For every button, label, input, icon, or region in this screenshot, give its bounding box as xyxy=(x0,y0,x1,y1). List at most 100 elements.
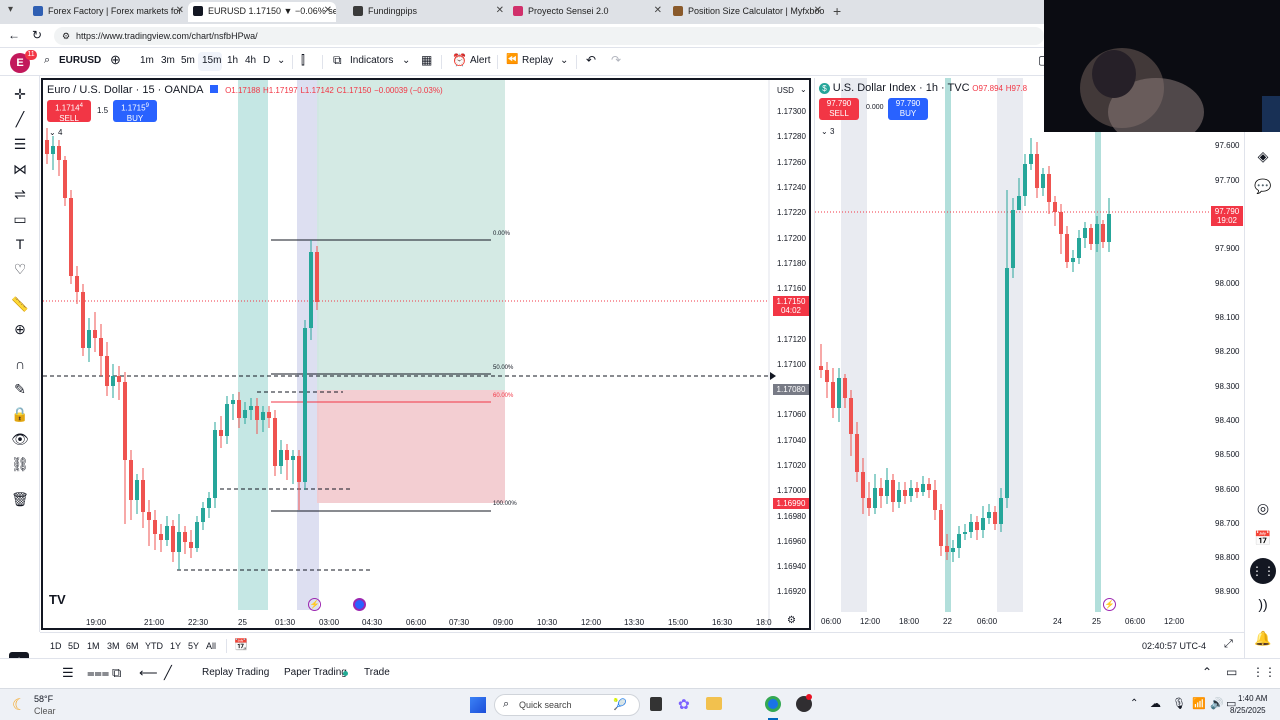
redo-icon[interactable]: ↷ xyxy=(611,53,621,67)
fib-retracement-icon[interactable]: ☰ xyxy=(10,134,30,154)
ruler-icon[interactable]: 📏 xyxy=(10,294,30,314)
expand-panel-icon[interactable]: ⌃ xyxy=(1202,665,1212,679)
file-explorer-icon[interactable] xyxy=(706,697,722,710)
flag-icon[interactable] xyxy=(210,85,219,93)
interval-3m[interactable]: 3m xyxy=(161,55,175,66)
dxy-chart-pane[interactable]: $ U.S. Dollar Index · 1h · TVC O97.894 H… xyxy=(814,78,1244,630)
layouts-icon[interactable]: ▦ xyxy=(421,53,432,67)
hide-drawings-eye-icon[interactable]: 👁 xyxy=(10,429,30,449)
range-3m[interactable]: 3M xyxy=(107,641,120,651)
geometric-shapes-icon[interactable]: ▭ xyxy=(10,209,30,229)
prediction-icon[interactable]: ⇌ xyxy=(10,184,30,204)
browser-tab-fundingpips[interactable]: Fundingpips ✕ xyxy=(348,2,508,22)
clock-date[interactable]: 8/25/2025 xyxy=(1230,706,1266,715)
trend-line-icon[interactable]: ╱ xyxy=(10,109,30,129)
browser-tab-sensei[interactable]: Proyecto Sensei 2.0 ✕ xyxy=(508,2,666,22)
event-flash-icon[interactable]: ⚡ xyxy=(308,598,321,611)
interval-5m[interactable]: 5m xyxy=(181,55,195,66)
horizontal-line-icon[interactable]: ⟵ xyxy=(139,665,158,681)
drawing-mode-icon[interactable]: ✎ xyxy=(10,379,30,399)
magnet-icon[interactable]: ∩ xyxy=(10,354,30,374)
browser-tab-eurusd[interactable]: EURUSD 1.17150 ▼ −0.06% se ✕ xyxy=(188,2,336,22)
back-arrow-icon[interactable]: ← xyxy=(8,28,20,42)
favorites-heart-icon[interactable]: ♡ xyxy=(10,259,30,279)
replay-icon[interactable]: ⏪ xyxy=(506,54,518,65)
pine-editor-icon[interactable]: ⩶ xyxy=(87,665,109,681)
link-icon[interactable]: ⛓ xyxy=(10,454,30,474)
task-view-icon[interactable] xyxy=(650,697,662,711)
range-6m[interactable]: 6M xyxy=(126,641,139,651)
calendar-icon[interactable]: 📅 xyxy=(1253,528,1273,548)
symbol-search-button[interactable]: EURUSD xyxy=(59,55,101,66)
interval-1m[interactable]: 1m xyxy=(140,55,154,66)
alert-icon[interactable]: ⏰ xyxy=(452,53,467,67)
range-5y[interactable]: 5Y xyxy=(188,641,199,651)
fullscreen-icon[interactable]: ⤢ xyxy=(1224,638,1233,651)
wifi-icon[interactable]: 📶 xyxy=(1192,697,1206,710)
volume-icon[interactable]: 🔊 xyxy=(1210,697,1224,710)
go-to-date-icon[interactable]: 📆 xyxy=(234,638,248,651)
indicators-icon[interactable]: ⧉ xyxy=(333,53,342,68)
indicators-button[interactable]: Indicators xyxy=(350,55,393,66)
undo-icon[interactable]: ↶ xyxy=(586,53,596,67)
range-5d[interactable]: 5D xyxy=(68,641,80,651)
indicator-collapse-toggle[interactable]: ⌄ 3 xyxy=(821,127,834,136)
crosshair-icon[interactable]: ✛ xyxy=(10,84,30,104)
weather-moon-icon[interactable]: ☾ xyxy=(12,695,26,715)
start-windows-icon[interactable] xyxy=(470,697,486,713)
interval-1h[interactable]: 1h xyxy=(227,55,238,66)
site-info-icon[interactable]: ⚙ xyxy=(62,27,70,45)
lock-icon[interactable]: 🔒 xyxy=(10,404,30,424)
draw-line-icon[interactable]: ╱ xyxy=(164,665,172,681)
apps-icon[interactable]: ⋮⋮ xyxy=(1252,665,1276,679)
trash-icon[interactable]: 🗑 xyxy=(10,489,30,509)
trade-tab[interactable]: Trade xyxy=(364,667,390,678)
tray-overflow-icon[interactable]: ⌃ xyxy=(1130,698,1138,709)
url-field[interactable]: ⚙ https://www.tradingview.com/chart/nsfb… xyxy=(54,27,1044,45)
copilot-icon[interactable]: ✿ xyxy=(678,696,690,713)
sell-button[interactable]: 97.790 SELL xyxy=(819,98,859,120)
dxy-chart-canvas[interactable] xyxy=(815,78,1244,630)
range-all[interactable]: All xyxy=(206,641,216,651)
replay-trading-tab[interactable]: Replay Trading xyxy=(202,667,269,678)
apps-grid-icon[interactable]: ⋮⋮ xyxy=(1250,558,1276,584)
range-1y[interactable]: 1Y xyxy=(170,641,181,651)
event-dividend-icon[interactable] xyxy=(353,598,366,611)
strategy-tester-icon[interactable]: ⧉ xyxy=(112,665,121,681)
indicators-dropdown-icon[interactable]: ⌄ xyxy=(402,55,410,66)
indicator-collapse-toggle[interactable]: ⌄ 4 xyxy=(49,128,62,137)
buy-button[interactable]: 97.790 BUY xyxy=(888,98,928,120)
notifications-bell-icon[interactable]: 🔔 xyxy=(1253,628,1273,648)
chat-icon[interactable]: 💬 xyxy=(1253,176,1273,196)
chart-title[interactable]: U.S. Dollar Index · 1h · TVC xyxy=(833,82,970,94)
close-tab-icon[interactable]: ✕ xyxy=(324,2,332,20)
close-tab-icon[interactable]: ✕ xyxy=(496,2,504,20)
clock-time[interactable]: 1:40 AM xyxy=(1238,694,1267,703)
taskbar-search-box[interactable]: ⌕ Quick search 🎾 xyxy=(494,694,640,716)
buy-button[interactable]: 1.17159 BUY xyxy=(113,100,157,123)
chart-title[interactable]: Euro / U.S. Dollar · 15 · OANDA xyxy=(47,84,204,96)
axis-settings-icon[interactable]: ⚙ xyxy=(787,615,796,626)
interval-15m[interactable]: 15m xyxy=(202,55,221,66)
browser-tab-forexfactory[interactable]: Forex Factory | Forex markets for ✕ xyxy=(28,2,188,22)
event-flash-icon[interactable]: ⚡ xyxy=(1103,598,1116,611)
browser-tab-myfxbook[interactable]: Position Size Calculator | Myfxboo ✕ xyxy=(668,2,826,22)
interval-d[interactable]: D xyxy=(263,55,270,66)
pattern-icon[interactable]: ⋈ xyxy=(10,159,30,179)
onedrive-cloud-icon[interactable]: ☁ xyxy=(1150,697,1161,710)
close-tab-icon[interactable]: ✕ xyxy=(654,2,662,20)
replay-button[interactable]: Replay xyxy=(522,55,553,66)
eurusd-chart-canvas[interactable] xyxy=(43,80,809,628)
layers-icon[interactable]: ◈ xyxy=(1253,146,1273,166)
currency-dropdown-icon[interactable]: ⌄ xyxy=(800,85,807,94)
sell-button[interactable]: 1.17144 SELL xyxy=(47,100,91,123)
range-ytd[interactable]: YTD xyxy=(145,641,163,651)
candle-style-icon[interactable]: ⫿ xyxy=(301,53,305,68)
interval-4h[interactable]: 4h xyxy=(245,55,256,66)
clock-timezone[interactable]: 02:40:57 UTC-4 xyxy=(1142,641,1206,651)
range-1d[interactable]: 1D xyxy=(50,641,62,651)
eurusd-chart-pane[interactable]: 0.00% 50.00% 60.00% 100.00% Euro / U.S. … xyxy=(41,78,811,630)
alert-button[interactable]: Alert xyxy=(470,55,491,66)
stock-screener-icon[interactable]: ☰ xyxy=(62,665,74,681)
text-icon[interactable]: T xyxy=(10,234,30,254)
